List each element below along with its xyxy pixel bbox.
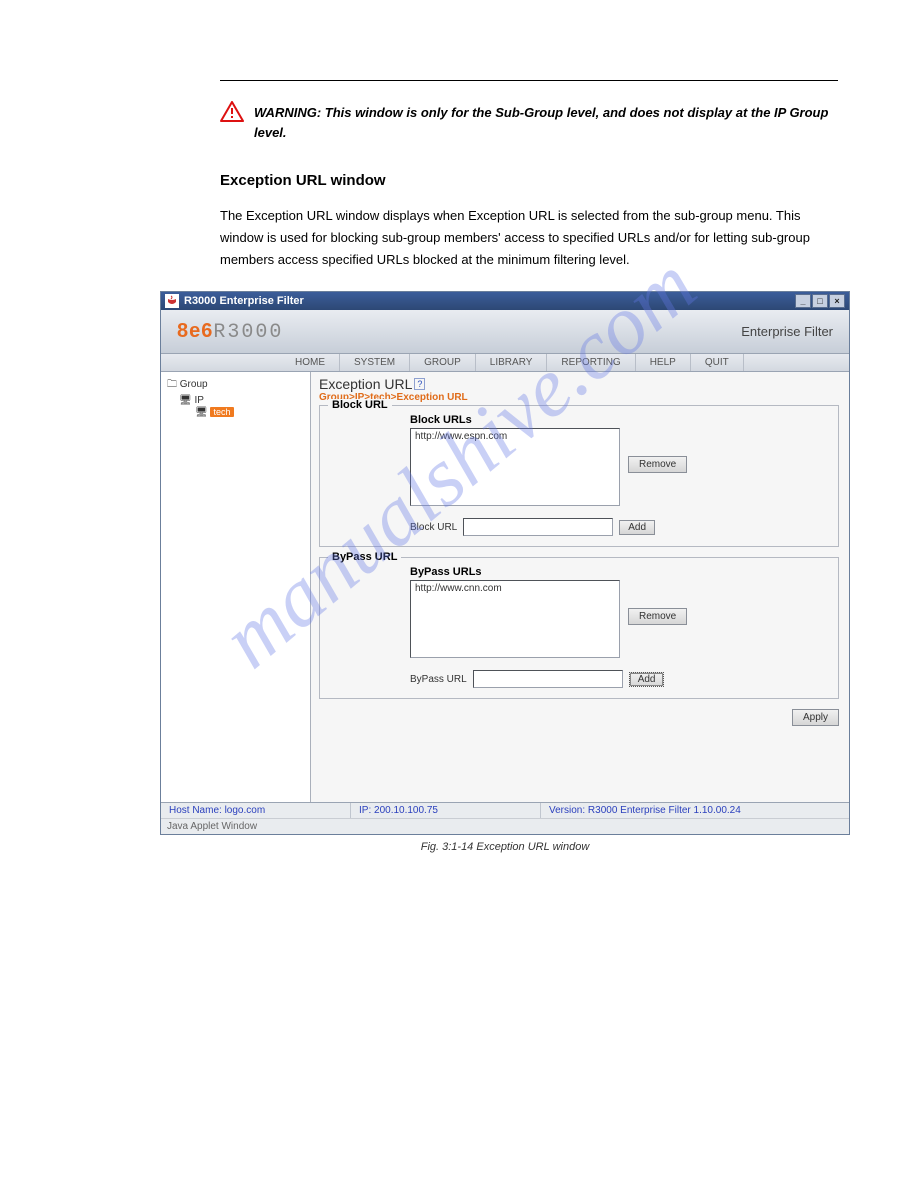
bypass-urls-label: ByPass URLs <box>410 566 828 578</box>
tree-tech-badge: tech <box>210 407 233 417</box>
bypass-url-input-label: ByPass URL <box>410 674 467 685</box>
menu-help[interactable]: HELP <box>636 354 691 371</box>
bypass-url-legend: ByPass URL <box>328 551 401 563</box>
section-heading: Exception URL window <box>220 172 838 189</box>
menu-system[interactable]: SYSTEM <box>340 354 410 371</box>
bypass-remove-button[interactable]: Remove <box>628 608 687 625</box>
tree-tech[interactable]: 🖥 tech <box>167 407 304 418</box>
minimize-button[interactable]: _ <box>795 294 811 308</box>
logo: 8e6R3000 <box>177 320 283 344</box>
status-version: Version: R3000 Enterprise Filter 1.10.00… <box>541 803 849 818</box>
block-url-fieldset: Block URL Block URLs http://www.espn.com… <box>319 405 839 547</box>
menubar: HOME SYSTEM GROUP LIBRARY REPORTING HELP… <box>161 354 849 372</box>
group-folder-icon: 🗀 <box>167 379 177 390</box>
block-url-input[interactable] <box>463 518 613 536</box>
menu-group[interactable]: GROUP <box>410 354 476 371</box>
brand-text: Enterprise Filter <box>741 324 833 339</box>
block-add-button[interactable]: Add <box>619 520 655 535</box>
bypass-urls-listbox[interactable]: http://www.cnn.com <box>410 580 620 658</box>
warning-block: WARNING: This window is only for the Sub… <box>220 101 838 142</box>
menu-library[interactable]: LIBRARY <box>476 354 548 371</box>
block-urls-listbox[interactable]: http://www.espn.com <box>410 428 620 506</box>
status-host: Host Name: logo.com <box>161 803 351 818</box>
logo-8e6: 8e6 <box>177 320 213 342</box>
block-url-input-label: Block URL <box>410 522 457 533</box>
horizontal-rule <box>220 80 838 81</box>
tree-root[interactable]: 🗀 Group <box>167 377 304 394</box>
tree-ip-label: IP <box>194 395 203 406</box>
breadcrumb: Group>IP>tech>Exception URL <box>319 392 839 403</box>
content-panel: Exception URL? Group>IP>tech>Exception U… <box>311 372 849 802</box>
body-paragraph: The Exception URL window displays when E… <box>220 205 838 271</box>
app-header: 8e6R3000 Enterprise Filter <box>161 310 849 354</box>
window-title: R3000 Enterprise Filter <box>184 295 304 307</box>
block-remove-button[interactable]: Remove <box>628 456 687 473</box>
computer-icon: 🖥 <box>195 407 208 418</box>
bypass-add-button[interactable]: Add <box>629 672 665 687</box>
list-item[interactable]: http://www.espn.com <box>415 431 615 442</box>
tree-root-label: Group <box>180 379 208 390</box>
statusbar: Host Name: logo.com IP: 200.10.100.75 Ve… <box>161 802 849 818</box>
java-cup-icon <box>165 294 179 308</box>
close-button[interactable]: × <box>829 294 845 308</box>
apply-button[interactable]: Apply <box>792 709 839 726</box>
titlebar: R3000 Enterprise Filter _ □ × <box>161 292 849 310</box>
bypass-url-fieldset: ByPass URL ByPass URLs http://www.cnn.co… <box>319 557 839 699</box>
content-title: Exception URL <box>319 376 412 392</box>
bypass-url-input[interactable] <box>473 670 623 688</box>
warning-text: WARNING: This window is only for the Sub… <box>254 101 838 142</box>
menu-home[interactable]: HOME <box>281 354 340 371</box>
warning-icon <box>220 101 244 123</box>
block-url-legend: Block URL <box>328 399 392 411</box>
computer-icon: 🖥 <box>179 395 192 406</box>
figure-caption: Fig. 3:1-14 Exception URL window <box>160 841 850 853</box>
content-title-row: Exception URL? <box>319 376 839 392</box>
logo-r3000: R3000 <box>213 321 283 344</box>
block-urls-label: Block URLs <box>410 414 828 426</box>
menu-reporting[interactable]: REPORTING <box>547 354 635 371</box>
status-ip: IP: 200.10.100.75 <box>351 803 541 818</box>
figure: R3000 Enterprise Filter _ □ × 8e6R3000 E… <box>160 291 850 853</box>
java-applet-label: Java Applet Window <box>161 818 849 834</box>
help-icon[interactable]: ? <box>414 378 425 390</box>
tree-ip[interactable]: 🖥 IP <box>167 395 304 406</box>
tree-panel: 🗀 Group 🖥 IP 🖥 tech <box>161 372 311 802</box>
menu-quit[interactable]: QUIT <box>691 354 744 371</box>
app-window: R3000 Enterprise Filter _ □ × 8e6R3000 E… <box>160 291 850 835</box>
list-item[interactable]: http://www.cnn.com <box>415 583 615 594</box>
maximize-button[interactable]: □ <box>812 294 828 308</box>
